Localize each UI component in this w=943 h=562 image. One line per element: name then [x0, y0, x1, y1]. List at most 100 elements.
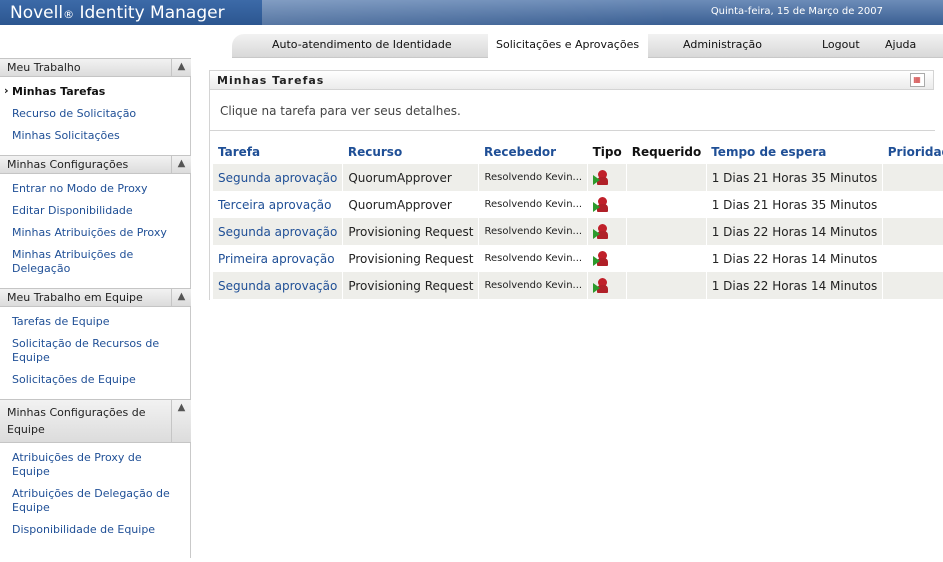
cell-priority — [882, 272, 943, 299]
cell-task: Primeira aprovação — [213, 245, 344, 272]
section-title: Minhas Configurações de Equipe — [7, 406, 146, 436]
panel-hint: Clique na tarefa para ver seus detalhes. — [220, 104, 461, 118]
nav-bar — [0, 25, 943, 58]
cell-wait-time: 1 Dias 22 Horas 14 Minutos — [706, 272, 884, 299]
table-row[interactable]: Segunda aprovação Provisioning Request Res… — [213, 272, 943, 299]
current-date: Quinta-feira, 15 de Março de 2007 — [710, 6, 883, 17]
collapse-icon[interactable]: ▲ — [171, 289, 191, 306]
task-link[interactable]: Terceira aprovação — [218, 198, 332, 212]
cell-priority — [882, 245, 943, 272]
sidebar-item-proxy-assignments[interactable]: Minhas Atribuições de Proxy — [0, 222, 190, 244]
cell-resource: Provisioning Request — [342, 218, 480, 245]
section-title: Meu Trabalho — [7, 61, 81, 74]
cell-resource: QuorumApprover — [342, 164, 480, 191]
table-row[interactable]: Segunda aprovação QuorumApprover Resolvend… — [213, 164, 943, 191]
collapse-icon[interactable]: ▲ — [171, 400, 191, 442]
column-header-wait-time[interactable]: Tempo de espera — [706, 140, 883, 164]
cell-task: Segunda aprovação — [213, 272, 344, 299]
column-header-type: Tipo — [592, 145, 622, 159]
table-row[interactable]: Terceira aprovação QuorumApprover Resolven… — [213, 191, 943, 218]
cell-required — [626, 164, 707, 191]
collapse-icon[interactable]: ▲ — [171, 156, 191, 173]
help-link[interactable]: Ajuda — [885, 38, 916, 51]
sidebar-item-team-requests[interactable]: Solicitações de Equipe — [0, 369, 190, 391]
panel-header: Minhas Tarefas ▦ — [210, 70, 934, 90]
cell-type — [587, 164, 628, 191]
cell-resource: QuorumApprover — [342, 191, 480, 218]
user-approval-icon — [593, 223, 609, 240]
sidebar-item-delegation-assignments[interactable]: Minhas Atribuições de Delegação — [0, 244, 190, 280]
cell-task: Segunda aprovação — [213, 164, 344, 191]
task-link[interactable]: Segunda aprovação — [218, 171, 337, 185]
user-approval-icon — [593, 169, 609, 186]
collapse-icon[interactable]: ▲ — [171, 59, 191, 76]
user-approval-icon — [593, 277, 609, 294]
sidebar-section-my-settings[interactable]: Minhas Configurações ▲ — [0, 155, 191, 174]
cell-wait-time: 1 Dias 21 Horas 35 Minutos — [706, 191, 884, 218]
sidebar-item-my-tasks[interactable]: Minhas Tarefas — [0, 81, 190, 103]
my-tasks-panel: Minhas Tarefas ▦ Clique na tarefa para v… — [209, 70, 943, 300]
cell-type — [587, 191, 628, 218]
task-link[interactable]: Segunda aprovação — [218, 279, 337, 293]
cell-wait-time: 1 Dias 21 Horas 35 Minutos — [706, 164, 884, 191]
table-row[interactable]: Segunda aprovação Provisioning Request Res… — [213, 218, 943, 245]
tasks-table: Tarefa Recurso Recebedor Tipo Requerido … — [213, 140, 943, 299]
cell-required — [626, 245, 707, 272]
column-options-icon[interactable]: ▦ — [910, 73, 925, 87]
cell-wait-time: 1 Dias 22 Horas 14 Minutos — [706, 218, 884, 245]
cell-task: Terceira aprovação — [213, 191, 344, 218]
cell-type — [587, 272, 628, 299]
sidebar-item-team-resource-request[interactable]: Solicitação de Recursos de Equipe — [0, 333, 190, 369]
column-header-recipient[interactable]: Recebedor — [479, 140, 588, 164]
section-title: Meu Trabalho em Equipe — [7, 291, 143, 304]
product-name: Identity Manager — [79, 3, 225, 23]
cell-resource: Provisioning Request — [342, 245, 480, 272]
cell-recipient: Resolvendo Kevin... — [478, 272, 589, 299]
divider — [210, 130, 935, 131]
sidebar-item-team-availability[interactable]: Disponibilidade de Equipe — [0, 519, 190, 541]
cell-recipient: Resolvendo Kevin... — [478, 218, 589, 245]
tab-identity-self-service[interactable]: Auto-atendimento de Identidade — [272, 38, 452, 51]
cell-wait-time: 1 Dias 22 Horas 14 Minutos — [706, 245, 884, 272]
sidebar-item-edit-availability[interactable]: Editar Disponibilidade — [0, 200, 190, 222]
brand-name: Novell — [10, 3, 64, 23]
cell-type — [587, 218, 628, 245]
cell-required — [626, 218, 707, 245]
column-header-resource[interactable]: Recurso — [343, 140, 479, 164]
task-link[interactable]: Segunda aprovação — [218, 225, 337, 239]
sidebar-item-my-requests[interactable]: Minhas Solicitações — [0, 125, 190, 147]
column-header-required: Requerido — [631, 145, 702, 159]
cell-type — [587, 245, 628, 272]
panel-title: Minhas Tarefas — [217, 74, 325, 87]
column-header-priority[interactable]: Prioridade — [883, 140, 943, 164]
cell-recipient: Resolvendo Kevin... — [478, 164, 589, 191]
sidebar-item-team-proxy-assignments[interactable]: Atribuições de Proxy de Equipe — [0, 447, 190, 483]
cell-priority — [882, 191, 943, 218]
user-approval-icon — [593, 250, 609, 267]
sidebar-item-team-delegation-assignments[interactable]: Atribuições de Delegação de Equipe — [0, 483, 190, 519]
brand-mark: ® — [63, 8, 75, 21]
sidebar-item-request-resource[interactable]: Recurso de Solicitação — [0, 103, 190, 125]
tab-administration[interactable]: Administração — [683, 38, 762, 51]
cell-recipient: Resolvendo Kevin... — [478, 191, 589, 218]
sidebar-item-team-tasks[interactable]: Tarefas de Equipe — [0, 311, 190, 333]
table-header-row: Tarefa Recurso Recebedor Tipo Requerido … — [213, 140, 943, 164]
sidebar-section-team-work[interactable]: Meu Trabalho em Equipe ▲ — [0, 288, 191, 307]
table-row[interactable]: Primeira aprovação Provisioning Request Re… — [213, 245, 943, 272]
logout-link[interactable]: Logout — [822, 38, 860, 51]
cell-recipient: Resolvendo Kevin... — [478, 245, 589, 272]
section-title: Minhas Configurações — [7, 158, 129, 171]
cell-task: Segunda aprovação — [213, 218, 344, 245]
cell-required — [626, 191, 707, 218]
cell-resource: Provisioning Request — [342, 272, 480, 299]
user-approval-icon — [593, 196, 609, 213]
task-link[interactable]: Primeira aprovação — [218, 252, 335, 266]
tab-requests-approvals[interactable]: Solicitações e Aprovações — [496, 38, 639, 51]
column-header-task[interactable]: Tarefa — [213, 140, 343, 164]
sidebar-item-proxy-mode[interactable]: Entrar no Modo de Proxy — [0, 178, 190, 200]
sidebar-section-my-work[interactable]: Meu Trabalho ▲ — [0, 58, 191, 77]
sidebar: Meu Trabalho ▲ Minhas Tarefas Recurso de… — [0, 58, 191, 558]
sidebar-section-team-settings[interactable]: Minhas Configurações de Equipe ▲ — [0, 399, 191, 443]
cell-priority — [882, 218, 943, 245]
cell-required — [626, 272, 707, 299]
